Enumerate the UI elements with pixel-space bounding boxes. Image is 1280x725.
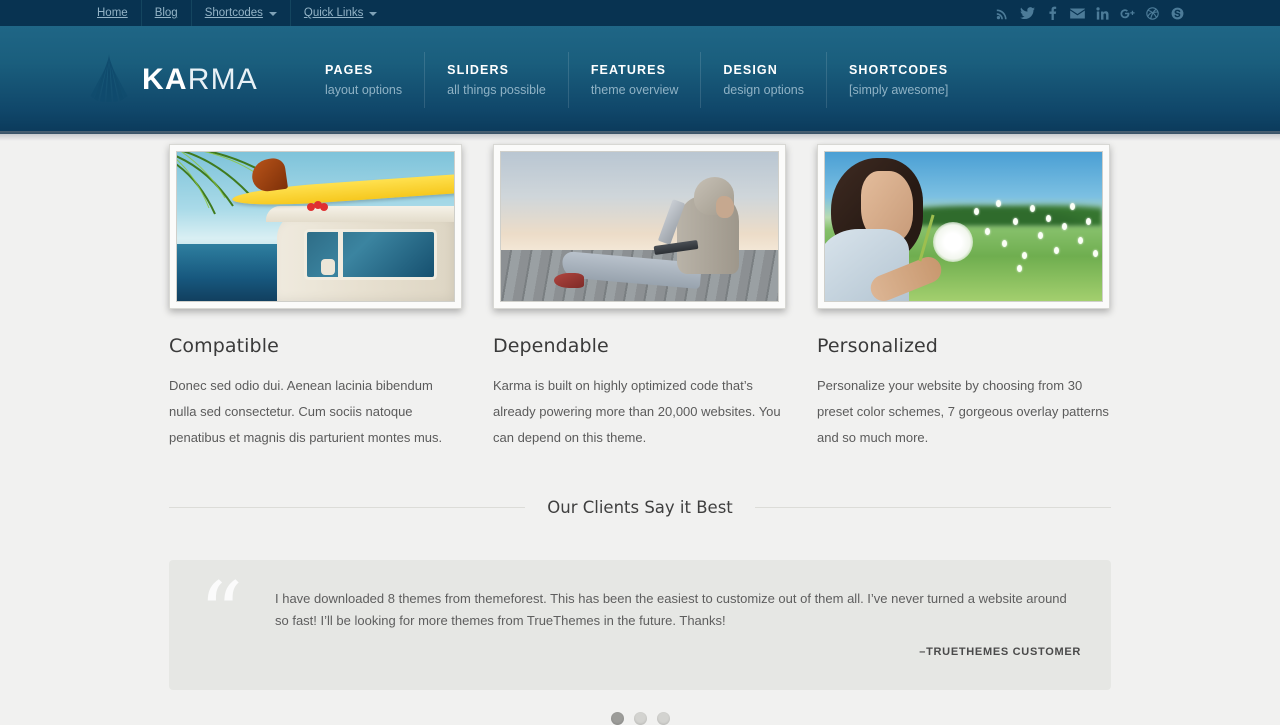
mainnav-item-design[interactable]: DESIGN design options — [700, 52, 826, 108]
topnav-item-shortcodes[interactable]: Shortcodes — [190, 0, 290, 26]
testimonial-body: I have downloaded 8 themes from themefor… — [275, 586, 1081, 670]
topnav-item-blog[interactable]: Blog — [140, 0, 191, 26]
mainnav-title: PAGES — [325, 63, 374, 77]
top-navigation: Home Blog Shortcodes Quick Links — [90, 0, 390, 26]
card-title: Personalized — [817, 335, 938, 357]
chevron-down-icon — [268, 12, 277, 16]
topnav-label: Home — [97, 7, 128, 19]
email-icon[interactable] — [1065, 0, 1090, 26]
feature-card: Dependable Karma is built on highly opti… — [493, 144, 786, 451]
logo-text: KARMA — [142, 63, 258, 97]
card-title: Dependable — [493, 335, 609, 357]
mainnav-title: DESIGN — [723, 63, 778, 77]
site-logo[interactable]: KARMA — [90, 52, 258, 108]
testimonial-pagination — [169, 712, 1111, 725]
mainnav-subtitle: layout options — [325, 83, 403, 97]
skype-icon[interactable] — [1165, 0, 1190, 26]
rss-icon[interactable] — [990, 0, 1015, 26]
card-image-frame[interactable] — [169, 144, 462, 309]
quote-icon: “ — [199, 564, 243, 664]
section-divider: Our Clients Say it Best — [169, 498, 1112, 517]
girl-dandelion-field-photo — [824, 151, 1103, 302]
chevron-down-icon — [369, 12, 378, 16]
mainnav-subtitle: theme overview — [590, 83, 679, 97]
mainnav-subtitle: design options — [723, 83, 804, 97]
social-links — [990, 0, 1190, 26]
facebook-icon[interactable] — [1040, 0, 1065, 26]
logo-text-bold: KA — [142, 63, 188, 96]
top-bar-inner: Home Blog Shortcodes Quick Links — [90, 0, 1190, 26]
dribbble-icon[interactable] — [1140, 0, 1165, 26]
topnav-item-quick-links[interactable]: Quick Links — [289, 0, 390, 26]
mainnav-item-shortcodes[interactable]: SHORTCODES [simply awesome] — [825, 52, 970, 108]
topnav-item-home[interactable]: Home — [90, 0, 141, 26]
mainnav-item-features[interactable]: FEATURES theme overview — [567, 52, 701, 108]
pagination-dot-2[interactable] — [633, 712, 647, 725]
site-header: KARMA PAGES layout options SLIDERS all t… — [0, 26, 1280, 141]
card-image-frame[interactable] — [817, 144, 1110, 309]
mainnav-title: SHORTCODES — [848, 63, 949, 77]
feature-cards: Compatible Donec sed odio dui. Aenean la… — [169, 134, 1111, 451]
card-title: Compatible — [169, 335, 279, 357]
divider-rule-right — [754, 507, 1112, 508]
dandelion-seeds — [969, 194, 1102, 274]
card-image-frame[interactable] — [493, 144, 786, 309]
feature-card: Compatible Donec sed odio dui. Aenean la… — [169, 144, 462, 451]
topnav-label: Quick Links — [303, 7, 364, 19]
card-body: Karma is built on highly optimized code … — [493, 378, 781, 445]
topnav-label: Blog — [154, 7, 178, 19]
card-body: Personalize your website by choosing fro… — [817, 378, 1109, 445]
mainnav-item-pages[interactable]: PAGES layout options — [303, 52, 424, 108]
card-body: Donec sed odio dui. Aenean lacinia biben… — [169, 378, 443, 445]
pagination-dot-1[interactable] — [610, 712, 624, 725]
top-bar: Home Blog Shortcodes Quick Links — [0, 0, 1280, 26]
twitter-icon[interactable] — [1015, 0, 1040, 26]
mainnav-title: FEATURES — [590, 63, 667, 77]
mainnav-subtitle: all things possible — [447, 83, 546, 97]
logo-text-light: RMA — [187, 63, 258, 96]
feature-card: Personalized Personalize your website by… — [817, 144, 1110, 451]
section-title: Our Clients Say it Best — [547, 498, 733, 517]
linkedin-icon[interactable] — [1090, 0, 1115, 26]
fan-shell-logo-icon — [90, 52, 128, 108]
testimonial-text: I have downloaded 8 themes from themefor… — [275, 591, 1067, 628]
pagination-dot-3[interactable] — [656, 712, 670, 725]
topnav-label: Shortcodes — [204, 7, 263, 19]
main-navigation: PAGES layout options SLIDERS all things … — [303, 52, 970, 108]
hoodie-laptop-dock-photo — [500, 151, 779, 302]
googleplus-icon[interactable] — [1115, 0, 1140, 26]
mainnav-title: SLIDERS — [447, 63, 510, 77]
page-content: Compatible Donec sed odio dui. Aenean la… — [169, 134, 1112, 725]
flower-decal — [307, 200, 329, 212]
mainnav-subtitle: [simply awesome] — [848, 83, 949, 97]
surfboard-van-beach-photo — [176, 151, 455, 302]
mainnav-item-sliders[interactable]: SLIDERS all things possible — [424, 52, 568, 108]
testimonial-author: –TRUETHEMES CUSTOMER — [919, 646, 1081, 658]
divider-rule-left — [169, 507, 526, 508]
testimonial-card: “ I have downloaded 8 themes from themef… — [169, 560, 1111, 690]
header-inner: KARMA PAGES layout options SLIDERS all t… — [90, 26, 1190, 134]
